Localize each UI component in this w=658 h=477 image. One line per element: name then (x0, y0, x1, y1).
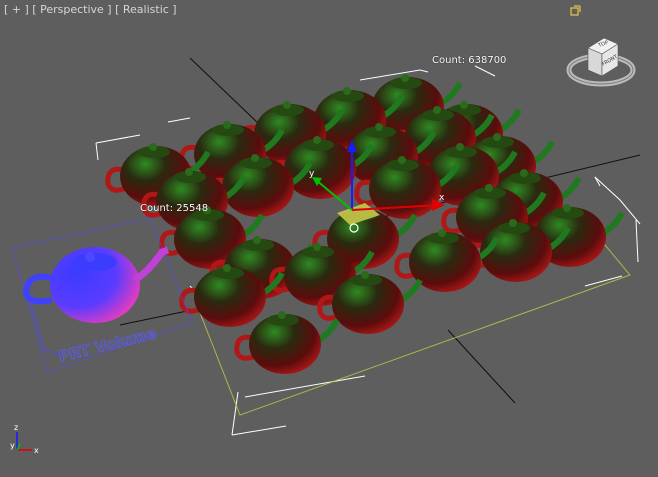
maximize-viewport-icon[interactable] (569, 5, 581, 17)
particle-count-main: Count: 638700 (432, 55, 507, 66)
axis-y-label: y (10, 441, 15, 450)
viewport-menu-general[interactable]: [ + ] (4, 3, 29, 16)
viewport-label-menu: [ + ] [ Perspective ] [ Realistic ] (4, 3, 177, 16)
scene-canvas[interactable]: PRT Volume x y (0, 0, 658, 477)
particle-count-volume: Count: 25548 (140, 203, 209, 214)
prt-volume-object[interactable]: PRT Volume (11, 217, 193, 373)
perspective-viewport[interactable]: PRT Volume x y [ + ] [ Perspective ] [ R… (0, 0, 658, 477)
prt-volume-label: PRT Volume (57, 324, 158, 366)
viewport-menu-shading[interactable]: [ Realistic ] (115, 3, 177, 16)
viewcube[interactable]: TOP FRONT (566, 30, 636, 90)
viewport-menu-point-of-view[interactable]: [ Perspective ] (32, 3, 111, 16)
axis-x-label: x (34, 446, 39, 455)
axis-z-label: z (14, 423, 18, 432)
axis-tripod: z x y (10, 423, 39, 455)
gizmo-x-label: x (439, 193, 445, 203)
gizmo-y-label: y (309, 169, 315, 179)
